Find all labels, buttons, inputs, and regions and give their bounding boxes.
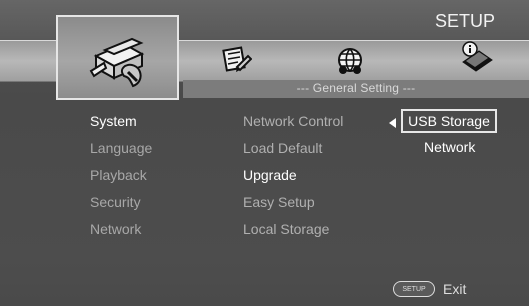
- option-network[interactable]: Network: [424, 139, 475, 155]
- menu-item-system[interactable]: System: [90, 111, 152, 138]
- section-bar: --- General Setting ---: [183, 80, 529, 98]
- menu-item-playback[interactable]: Playback: [90, 165, 152, 192]
- globe-icon: [338, 48, 362, 74]
- submenu-item-upgrade[interactable]: Upgrade: [243, 165, 343, 192]
- main-menu: System Language Playback Security Networ…: [90, 111, 152, 246]
- submenu-item-network-control[interactable]: Network Control: [243, 111, 343, 138]
- submenu-item-load-default[interactable]: Load Default: [243, 138, 343, 165]
- setup-button[interactable]: SETUP: [393, 281, 435, 297]
- menu-item-language[interactable]: Language: [90, 138, 152, 165]
- screen-title: SETUP: [434, 11, 495, 31]
- system-tools-icon: [89, 37, 145, 88]
- menu-item-network[interactable]: Network: [90, 219, 152, 246]
- exit-label: Exit: [443, 281, 467, 297]
- submenu-item-easy-setup[interactable]: Easy Setup: [243, 192, 343, 219]
- pencil-icon: [222, 46, 252, 72]
- info-icon: [462, 41, 493, 72]
- section-title: --- General Setting ---: [296, 81, 416, 95]
- option-usb-storage[interactable]: USB Storage: [401, 109, 497, 133]
- footer: SETUP Exit: [393, 281, 466, 297]
- tab-system[interactable]: [56, 15, 179, 100]
- submenu-item-local-storage[interactable]: Local Storage: [243, 219, 343, 246]
- left-arrow-icon: [389, 118, 396, 128]
- menu-item-security[interactable]: Security: [90, 192, 152, 219]
- setup-screen: SETUP --- General Setting --- System Lan…: [0, 0, 529, 306]
- submenu: Network Control Load Default Upgrade Eas…: [243, 111, 343, 246]
